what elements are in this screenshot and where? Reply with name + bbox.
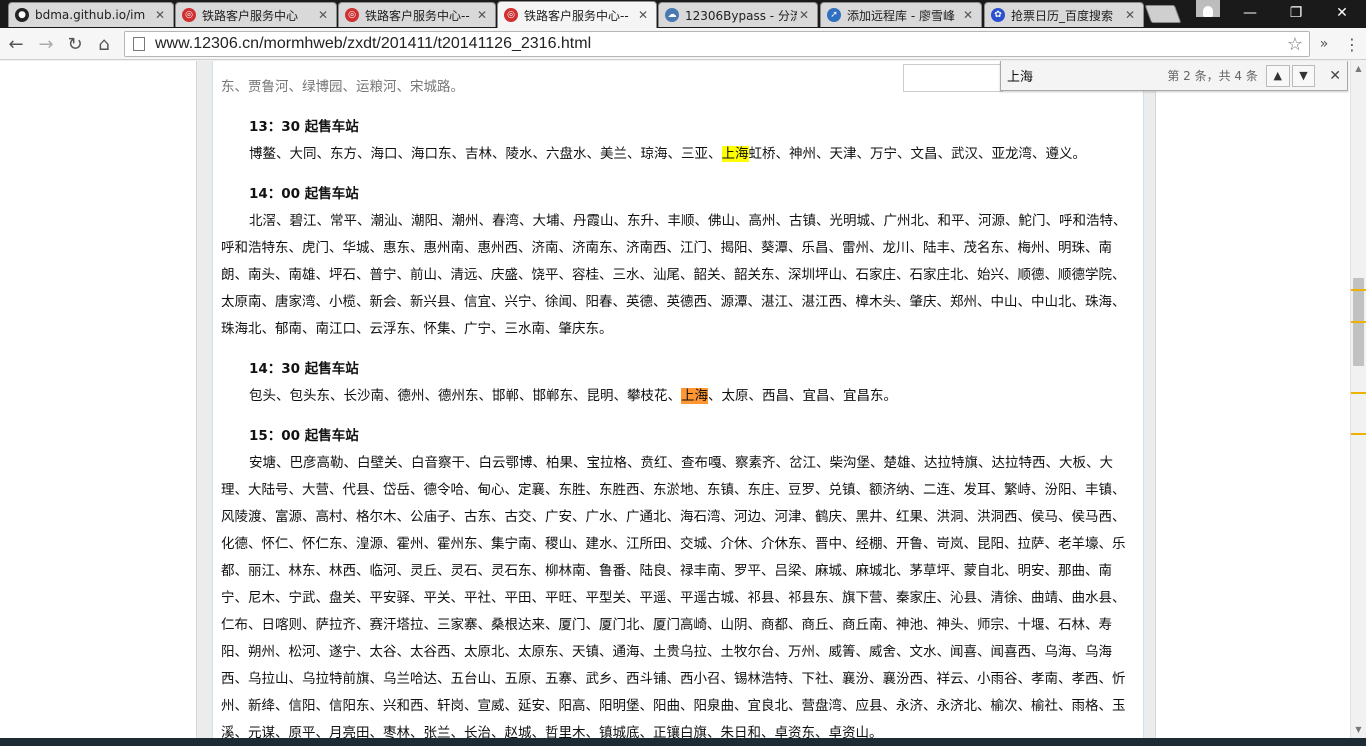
page-viewport: 东、贾鲁河、绿博园、运粮河、宋城路。 13：30 起售车站 博鳌、大同、东方、海…	[0, 61, 1350, 738]
tab-title: 铁路客户服务中心--	[524, 8, 629, 23]
find-result-marker	[1351, 392, 1366, 394]
find-bar: 上海 第 2 条，共 4 条 ▲ ▼ ✕	[1000, 61, 1348, 91]
close-tab-icon[interactable]: ✕	[316, 8, 330, 22]
12306-icon: ◎	[504, 8, 518, 22]
address-bar[interactable]: www.12306.cn/mormhweb/zxdt/201411/t20141…	[124, 31, 1310, 57]
tab-title: 抢票日历_百度搜索	[1011, 8, 1114, 23]
close-tab-icon[interactable]: ✕	[636, 8, 650, 22]
bookmarks-overflow-icon[interactable]: »	[1312, 32, 1336, 56]
find-result-marker	[1351, 289, 1366, 291]
home-icon[interactable]: ⌂	[92, 32, 116, 56]
find-input[interactable]: 上海	[1007, 66, 1165, 85]
article-body: 东、贾鲁河、绿博园、运粮河、宋城路。 13：30 起售车站 博鳌、大同、东方、海…	[221, 61, 1135, 738]
find-result-marker	[1351, 321, 1366, 323]
cloud-icon: ☁	[665, 8, 679, 22]
vertical-scrollbar[interactable]: ▲ ▼	[1350, 61, 1366, 738]
tab-baidu[interactable]: ✿ 抢票日历_百度搜索 ✕	[984, 2, 1144, 27]
forward-icon[interactable]: →	[34, 32, 58, 56]
section-title-1330: 13：30 起售车站	[249, 119, 359, 135]
tab-12306-active[interactable]: ◎ 铁路客户服务中心-- ✕	[497, 1, 657, 28]
baidu-icon: ✿	[991, 8, 1005, 22]
find-highlight: 上海	[721, 146, 749, 162]
tab-title: bdma.github.io/im	[35, 8, 146, 22]
url-text[interactable]: www.12306.cn/mormhweb/zxdt/201411/t20141…	[155, 35, 1287, 53]
find-match-count: 第 2 条，共 4 条	[1167, 69, 1258, 83]
find-result-marker	[1351, 433, 1366, 435]
tab-title: 12306Bypass - 分流	[685, 8, 797, 23]
find-highlight-current: 上海	[681, 388, 708, 404]
section-body-1500: 安塘、巴彦高勒、白壁关、白音察干、白云鄂博、柏果、宝拉格、贲红、查布嘎、察素齐、…	[221, 455, 1126, 738]
tab-12306-2[interactable]: ◎ 铁路客户服务中心-- ✕	[338, 2, 496, 27]
page-icon	[133, 37, 145, 51]
12306-icon: ◎	[345, 8, 359, 22]
github-icon: ●	[15, 8, 29, 22]
tab-github[interactable]: ● bdma.github.io/im ✕	[8, 2, 174, 27]
bookmark-star-icon[interactable]: ☆	[1287, 34, 1303, 55]
close-tab-icon[interactable]: ✕	[797, 8, 811, 22]
section-body-1430: 包头、包头东、长沙南、德州、德州东、邯郸、邯郸东、昆明、攀枝花、上海、太原、西昌…	[249, 388, 897, 404]
tab-title: 添加远程库 - 廖雪峰	[847, 8, 955, 23]
minimize-button[interactable]: —	[1227, 0, 1273, 26]
tab-strip: ● bdma.github.io/im ✕ ◎ 铁路客户服务中心 ✕ ◎ 铁路客…	[0, 0, 1366, 28]
section-title-1430: 14：30 起售车站	[249, 361, 359, 377]
tab-12306-1[interactable]: ◎ 铁路客户服务中心 ✕	[175, 2, 337, 27]
12306-icon: ◎	[182, 8, 196, 22]
browser-toolbar: ← → ↻ ⌂ www.12306.cn/mormhweb/zxdt/20141…	[0, 28, 1366, 60]
rocket-icon: ➚	[827, 8, 841, 22]
menu-icon[interactable]: ⋮	[1340, 32, 1364, 56]
tab-12306bypass[interactable]: ☁ 12306Bypass - 分流 ✕	[658, 2, 818, 27]
page-search-box[interactable]	[903, 64, 1003, 92]
section-title-1500: 15：00 起售车站	[249, 428, 359, 444]
find-previous-button[interactable]: ▲	[1265, 64, 1290, 87]
close-tab-icon[interactable]: ✕	[475, 8, 489, 22]
new-tab-button[interactable]	[1144, 5, 1182, 23]
close-tab-icon[interactable]: ✕	[153, 8, 167, 22]
maximize-button[interactable]: ❐	[1273, 0, 1319, 26]
reload-icon[interactable]: ↻	[63, 32, 87, 56]
find-close-button[interactable]: ✕	[1323, 65, 1347, 87]
profile-icon[interactable]	[1196, 0, 1220, 17]
close-tab-icon[interactable]: ✕	[961, 8, 975, 22]
section-body-1330: 博鳌、大同、东方、海口、海口东、吉林、陵水、六盘水、美兰、琼海、三亚、上海虹桥、…	[249, 146, 1086, 162]
scroll-up-icon[interactable]: ▲	[1351, 61, 1366, 77]
article-container: 东、贾鲁河、绿博园、运粮河、宋城路。 13：30 起售车站 博鳌、大同、东方、海…	[212, 61, 1144, 738]
scroll-down-icon[interactable]: ▼	[1351, 722, 1366, 738]
find-next-button[interactable]: ▼	[1291, 64, 1316, 87]
section-title-1400: 14：00 起售车站	[249, 186, 359, 202]
os-taskbar	[0, 738, 1366, 746]
section-body-1400: 北滘、碧江、常平、潮汕、潮阳、潮州、春湾、大埔、丹霞山、东升、丰顺、佛山、高州、…	[221, 213, 1127, 337]
back-icon[interactable]: ←	[4, 32, 28, 56]
tab-title: 铁路客户服务中心	[202, 8, 299, 23]
close-window-button[interactable]: ✕	[1319, 0, 1365, 26]
tab-liaoxuefeng[interactable]: ➚ 添加远程库 - 廖雪峰 ✕	[820, 2, 982, 27]
close-tab-icon[interactable]: ✕	[1123, 8, 1137, 22]
tab-title: 铁路客户服务中心--	[365, 8, 470, 23]
